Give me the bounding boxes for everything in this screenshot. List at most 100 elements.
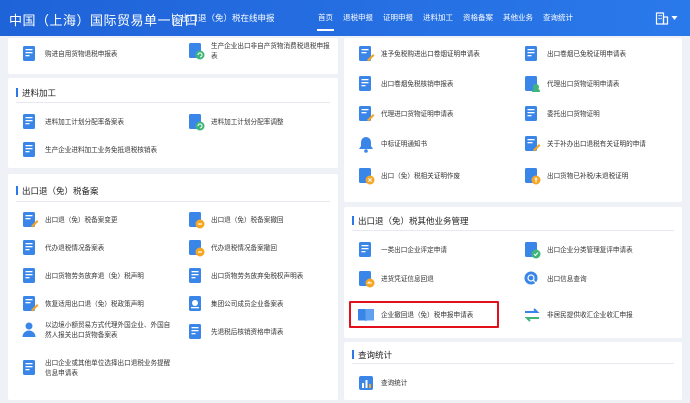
menu-item-label: 出口卷烟已免税证明申请表 — [547, 50, 627, 58]
form-icon — [359, 76, 371, 91]
form-edit-icon — [525, 136, 541, 152]
menu-item-bid-winning-notice[interactable]: 中标证明通知书 — [356, 134, 427, 154]
stamp-icon — [189, 296, 201, 311]
menu-item-border-trade-agency-filing[interactable]: 以边境小额贸易方式代理外国企业、外国自然人报关出口货物备案表 — [20, 320, 175, 340]
menu-item-non-resident-forex-declaration[interactable]: 非居民提供收汇企业收汇申报 — [522, 305, 633, 325]
menu-item-cigarette-exempt-certificate[interactable]: 出口卷烟已免税证明申请表 — [522, 44, 626, 64]
menu-item-label: 出口企业分类管理复评申请表 — [547, 246, 633, 254]
menu-item-entrusted-export-certificate[interactable]: 委托出口货物证明 — [522, 104, 600, 124]
menu-item-label: 查询统计 — [381, 379, 408, 387]
rating-icon — [359, 242, 371, 257]
menu-item-label: 出口退（免）税备案变更 — [45, 216, 118, 224]
menu-item-label: 一类出口企业评定申请 — [381, 246, 447, 254]
menu-item-refund-reminder-application[interactable]: 出口企业或其他单位选择出口退税业务提醒信息申请表 — [20, 358, 175, 378]
menu-item-reissue-certificate-application[interactable]: 关于补办出口退税有关证明的申请 — [522, 134, 646, 154]
menu-item-label: 非居民提供收汇企业收汇申报 — [547, 311, 633, 319]
menu-item-label: 生产企业进料加工业务免抵退税核销表 — [45, 146, 158, 154]
refresh-document-icon — [189, 43, 205, 60]
menu-item-waive-refund-declaration[interactable]: 出口货物劳务放弃退（免）税声明 — [20, 266, 144, 286]
right-panel-query: 查询统计 查询统计 — [344, 342, 682, 400]
menu-item-enterprise-withdraw-declaration[interactable]: 企业撤回退（免）税申报申请表 — [356, 305, 473, 325]
menu-item-certificate-void[interactable]: 出口（免）税相关证明作废 — [356, 166, 460, 186]
section-title-other-business: 出口退（免）税其他业务管理 — [352, 215, 469, 227]
menu-item-agency-export-certificate[interactable]: 代理出口货物证明申请表 — [522, 74, 620, 94]
menu-item-waive-exemption-declaration[interactable]: 出口货物劳务放弃免税权声明表 — [186, 266, 303, 286]
brand-divider — [172, 13, 173, 25]
brand-title[interactable]: 中国（上海）国际贸易单一窗口 — [9, 10, 198, 29]
nav-certificate-declaration[interactable]: 证明申报 — [378, 0, 418, 36]
form-edit-icon — [23, 212, 39, 228]
withdraw-document-icon — [189, 212, 205, 229]
menu-item-label: 出口卷烟免税核销申报表 — [381, 80, 454, 88]
menu-item-filing-change[interactable]: 出口退（免）税备案变更 — [20, 210, 118, 230]
left-panel-filing: 出口退（免）税备案 出口退（免）税备案变更 出口退（免）税备案撤回 代办退税情况… — [8, 174, 338, 400]
nav-query-statistics[interactable]: 查询统计 — [538, 0, 578, 36]
menu-item-group-member-filing[interactable]: 集团公司成员企业备案表 — [186, 294, 284, 314]
section-divider — [352, 363, 674, 364]
menu-item-purchase-self-use[interactable]: 购进自用货物退税申报表 — [20, 44, 118, 64]
nav-home[interactable]: 首页 — [313, 0, 338, 36]
menu-item-label: 生产企业出口非自产货物消费税退税申报表 — [211, 42, 330, 60]
menu-item-query-statistics[interactable]: 查询统计 — [356, 373, 407, 393]
left-panel-purchase: 购进自用货物退税申报表 生产企业出口非自产货物消费税退税申报表 — [8, 38, 338, 74]
form-edit-icon — [359, 106, 375, 122]
form-icon — [525, 46, 537, 61]
search-document-icon — [524, 271, 538, 285]
menu-item-agency-filing-withdraw[interactable]: 代办退税情况备案撤回 — [186, 238, 277, 258]
menu-item-label: 代理出口货物证明申请表 — [547, 80, 620, 88]
menu-item-tax-paid-certificate[interactable]: 出口货物已补税/未退税证明 — [522, 166, 628, 186]
statistics-icon — [359, 376, 373, 390]
menu-item-label: 购进自用货物退税申报表 — [45, 50, 118, 58]
menu-item-cigarette-purchase-certificate[interactable]: 准予免税购进出口卷烟证明申请表 — [356, 44, 480, 64]
system-subtitle: 出口退（免）税在线申报 — [181, 14, 275, 24]
menu-item-allocation-rate-adjust[interactable]: 进料加工计划分配率调整 — [186, 112, 284, 132]
nav-qualification-filing[interactable]: 资格备案 — [458, 0, 498, 36]
form-icon — [23, 240, 35, 255]
menu-item-label: 进料加工计划分配率调整 — [211, 118, 284, 126]
menu-item-label: 先退税后核销资格申请表 — [211, 328, 284, 336]
form-icon — [525, 106, 537, 121]
money-document-icon — [525, 168, 541, 185]
menu-item-label: 出口货物劳务放弃免税权声明表 — [211, 272, 304, 280]
menu-item-filing-withdraw[interactable]: 出口退（免）税备案撤回 — [186, 210, 284, 230]
menu-item-label: 代办退税情况备案表 — [45, 244, 105, 252]
section-divider — [352, 230, 674, 231]
menu-item-export-info-query[interactable]: 出口信息查询 — [522, 269, 587, 289]
person-document-icon — [525, 76, 540, 92]
menu-item-label: 委托出口货物证明 — [547, 110, 600, 118]
nav-tax-refund-declaration[interactable]: 退税申报 — [338, 0, 378, 36]
form-icon — [23, 268, 35, 283]
menu-item-label: 关于补办出口退税有关证明的申请 — [547, 140, 646, 148]
menu-item-label: 出口（免）税相关证明作废 — [381, 172, 461, 180]
right-panel-other-business: 出口退（免）税其他业务管理 一类出口企业评定申请 出口企业分类管理复评申请表 进… — [344, 207, 682, 338]
caret-down-icon[interactable] — [671, 15, 678, 21]
main-nav: 首页 退税申报 证明申报 进料加工 资格备案 其他业务 查询统计 — [313, 0, 578, 36]
menu-item-refund-before-write-off[interactable]: 先退税后核销资格申请表 — [186, 322, 284, 342]
form-icon — [189, 324, 201, 339]
menu-item-label: 进货凭证信息回退 — [381, 275, 434, 283]
withdraw-document-icon — [189, 240, 205, 257]
person-document-icon — [22, 322, 36, 337]
menu-item-resume-policy-declaration[interactable]: 恢复适用出口退（免）税政策声明 — [20, 294, 144, 314]
menu-item-non-self-produced-consumption-tax[interactable]: 生产企业出口非自产货物消费税退税申报表 — [186, 41, 331, 61]
menu-item-purchase-voucher-rollback[interactable]: 进货凭证信息回退 — [356, 269, 434, 289]
menu-item-cigarette-write-off[interactable]: 出口卷烟免税核销申报表 — [356, 74, 454, 94]
menu-item-agency-filing[interactable]: 代办退税情况备案表 — [20, 238, 104, 258]
menu-item-classification-re-evaluation[interactable]: 出口企业分类管理复评申请表 — [522, 240, 633, 260]
building-user-icon[interactable] — [655, 11, 669, 25]
menu-item-processing-write-off[interactable]: 生产企业进料加工业务免抵退税核销表 — [20, 140, 157, 160]
menu-item-label: 恢复适用出口退（免）税政策声明 — [45, 300, 144, 308]
menu-item-class-one-enterprise-evaluation[interactable]: 一类出口企业评定申请 — [356, 240, 447, 260]
bell-icon — [359, 137, 373, 153]
menu-item-allocation-rate-filing[interactable]: 进料加工计划分配率备案表 — [20, 112, 124, 132]
menu-item-label: 中标证明通知书 — [381, 140, 428, 148]
nav-processing-trade[interactable]: 进料加工 — [418, 0, 458, 36]
section-title-processing: 进料加工 — [16, 87, 56, 99]
form-icon — [23, 360, 35, 375]
menu-item-label: 出口货物劳务放弃退（免）税声明 — [45, 272, 144, 280]
menu-item-label: 准予免税购进出口卷烟证明申请表 — [381, 50, 480, 58]
section-divider — [16, 102, 330, 103]
menu-item-label: 集团公司成员企业备案表 — [211, 300, 284, 308]
menu-item-agency-import-certificate[interactable]: 代理进口货物证明申请表 — [356, 104, 454, 124]
nav-other-business[interactable]: 其他业务 — [498, 0, 538, 36]
